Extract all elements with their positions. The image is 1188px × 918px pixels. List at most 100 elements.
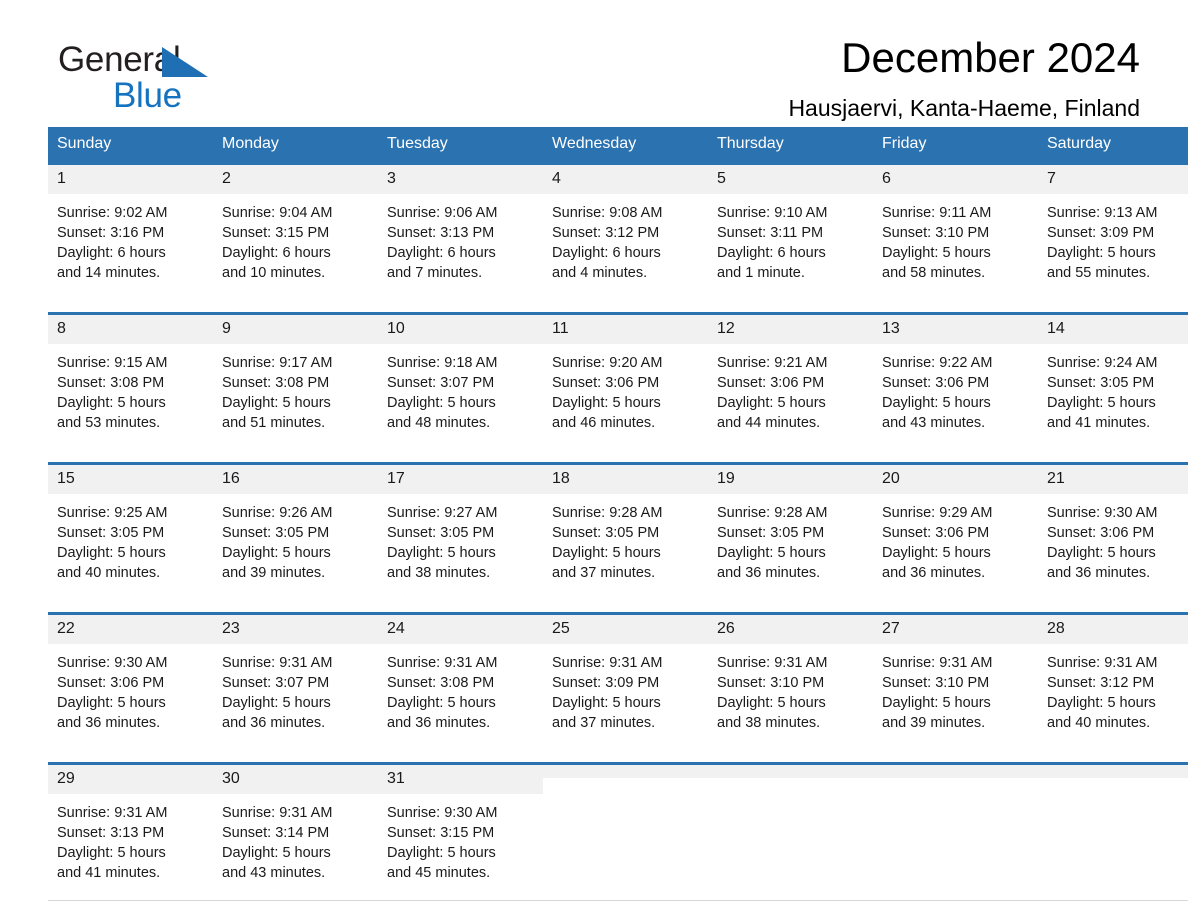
day-cell-content (543, 765, 708, 900)
day-number: 3 (378, 165, 543, 194)
calendar-day-cell[interactable]: 16 Sunrise: 9:26 AM Sunset: 3:05 PM Dayli… (213, 462, 378, 600)
day-sun-info: Sunrise: 9:25 AM Sunset: 3:05 PM Dayligh… (57, 505, 168, 581)
calendar-day-cell[interactable]: 8 Sunrise: 9:15 AM Sunset: 3:08 PM Daylig… (48, 312, 213, 450)
day-sun-info: Sunrise: 9:11 AM Sunset: 3:10 PM Dayligh… (882, 205, 992, 281)
calendar-day-cell[interactable]: 24 Sunrise: 9:31 AM Sunset: 3:08 PM Dayli… (378, 612, 543, 750)
week-spacer (48, 450, 1188, 464)
day-number: 23 (213, 615, 378, 644)
day-number: 16 (213, 465, 378, 494)
day-number: 25 (543, 615, 708, 644)
calendar-day-cell[interactable]: 27 Sunrise: 9:31 AM Sunset: 3:10 PM Dayli… (873, 612, 1038, 750)
day-cell-content: 12 Sunrise: 9:21 AM Sunset: 3:06 PM Dayli… (708, 315, 873, 450)
calendar-week-row: 29 Sunrise: 9:31 AM Sunset: 3:13 PM Dayli… (48, 762, 1188, 901)
calendar-day-cell[interactable]: 5 Sunrise: 9:10 AM Sunset: 3:11 PM Daylig… (708, 162, 873, 300)
day-cell-content (708, 765, 873, 900)
day-sun-info: Sunrise: 9:18 AM Sunset: 3:07 PM Dayligh… (387, 355, 498, 431)
calendar-day-cell[interactable]: 2 Sunrise: 9:04 AM Sunset: 3:15 PM Daylig… (213, 162, 378, 300)
day-number (1038, 765, 1188, 778)
weekday-header-friday: Friday (873, 127, 1038, 164)
calendar-day-cell[interactable]: 30 Sunrise: 9:31 AM Sunset: 3:14 PM Dayli… (213, 762, 378, 901)
day-cell-content: 30 Sunrise: 9:31 AM Sunset: 3:14 PM Dayli… (213, 765, 378, 900)
day-number: 28 (1038, 615, 1188, 644)
week-spacer (48, 600, 1188, 614)
day-cell-content: 3 Sunrise: 9:06 AM Sunset: 3:13 PM Daylig… (378, 165, 543, 300)
day-cell-content: 6 Sunrise: 9:11 AM Sunset: 3:10 PM Daylig… (873, 165, 1038, 300)
day-sun-info: Sunrise: 9:31 AM Sunset: 3:13 PM Dayligh… (57, 805, 168, 881)
week-spacer-cell (48, 450, 1188, 464)
calendar-day-cell[interactable]: 23 Sunrise: 9:31 AM Sunset: 3:07 PM Dayli… (213, 612, 378, 750)
calendar-day-cell[interactable]: 19 Sunrise: 9:28 AM Sunset: 3:05 PM Dayli… (708, 462, 873, 600)
day-number: 9 (213, 315, 378, 344)
calendar-day-cell[interactable]: 7 Sunrise: 9:13 AM Sunset: 3:09 PM Daylig… (1038, 162, 1188, 300)
calendar-day-cell[interactable]: 12 Sunrise: 9:21 AM Sunset: 3:06 PM Dayli… (708, 312, 873, 450)
day-number: 30 (213, 765, 378, 794)
day-cell-content: 17 Sunrise: 9:27 AM Sunset: 3:05 PM Dayli… (378, 465, 543, 600)
day-sun-info: Sunrise: 9:31 AM Sunset: 3:07 PM Dayligh… (222, 655, 333, 731)
weekday-header-sunday: Sunday (48, 127, 213, 164)
day-cell-content: 13 Sunrise: 9:22 AM Sunset: 3:06 PM Dayli… (873, 315, 1038, 450)
calendar-day-cell[interactable]: 13 Sunrise: 9:22 AM Sunset: 3:06 PM Dayli… (873, 312, 1038, 450)
day-cell-content: 20 Sunrise: 9:29 AM Sunset: 3:06 PM Dayli… (873, 465, 1038, 600)
day-sun-info: Sunrise: 9:28 AM Sunset: 3:05 PM Dayligh… (717, 505, 828, 581)
day-sun-info: Sunrise: 9:24 AM Sunset: 3:05 PM Dayligh… (1047, 355, 1158, 431)
day-cell-content: 10 Sunrise: 9:18 AM Sunset: 3:07 PM Dayli… (378, 315, 543, 450)
day-cell-content: 2 Sunrise: 9:04 AM Sunset: 3:15 PM Daylig… (213, 165, 378, 300)
day-sun-info: Sunrise: 9:30 AM Sunset: 3:06 PM Dayligh… (1047, 505, 1158, 581)
week-spacer (48, 750, 1188, 764)
day-sun-info: Sunrise: 9:27 AM Sunset: 3:05 PM Dayligh… (387, 505, 498, 581)
calendar-day-cell[interactable]: 17 Sunrise: 9:27 AM Sunset: 3:05 PM Dayli… (378, 462, 543, 600)
day-number: 22 (48, 615, 213, 644)
calendar-day-cell[interactable]: 18 Sunrise: 9:28 AM Sunset: 3:05 PM Dayli… (543, 462, 708, 600)
day-cell-content: 4 Sunrise: 9:08 AM Sunset: 3:12 PM Daylig… (543, 165, 708, 300)
day-sun-info: Sunrise: 9:30 AM Sunset: 3:06 PM Dayligh… (57, 655, 168, 731)
calendar-week-row: 1 Sunrise: 9:02 AM Sunset: 3:16 PM Daylig… (48, 162, 1188, 300)
calendar-day-cell[interactable]: 28 Sunrise: 9:31 AM Sunset: 3:12 PM Dayli… (1038, 612, 1188, 750)
day-number: 1 (48, 165, 213, 194)
calendar-day-cell[interactable]: 11 Sunrise: 9:20 AM Sunset: 3:06 PM Dayli… (543, 312, 708, 450)
calendar-day-cell[interactable]: 14 Sunrise: 9:24 AM Sunset: 3:05 PM Dayli… (1038, 312, 1188, 450)
day-sun-info: Sunrise: 9:20 AM Sunset: 3:06 PM Dayligh… (552, 355, 663, 431)
calendar-day-cell[interactable]: 9 Sunrise: 9:17 AM Sunset: 3:08 PM Daylig… (213, 312, 378, 450)
day-cell-content: 11 Sunrise: 9:20 AM Sunset: 3:06 PM Dayli… (543, 315, 708, 450)
day-cell-content: 8 Sunrise: 9:15 AM Sunset: 3:08 PM Daylig… (48, 315, 213, 450)
calendar-day-cell[interactable]: 1 Sunrise: 9:02 AM Sunset: 3:16 PM Daylig… (48, 162, 213, 300)
day-sun-info: Sunrise: 9:17 AM Sunset: 3:08 PM Dayligh… (222, 355, 333, 431)
day-sun-info: Sunrise: 9:30 AM Sunset: 3:15 PM Dayligh… (387, 805, 498, 881)
day-number: 14 (1038, 315, 1188, 344)
calendar-day-cell[interactable]: 6 Sunrise: 9:11 AM Sunset: 3:10 PM Daylig… (873, 162, 1038, 300)
day-number: 13 (873, 315, 1038, 344)
calendar-day-cell[interactable]: 3 Sunrise: 9:06 AM Sunset: 3:13 PM Daylig… (378, 162, 543, 300)
calendar-day-cell-empty (1038, 762, 1188, 901)
calendar-day-cell-empty (543, 762, 708, 901)
day-number: 21 (1038, 465, 1188, 494)
calendar-day-cell[interactable]: 21 Sunrise: 9:30 AM Sunset: 3:06 PM Dayli… (1038, 462, 1188, 600)
day-number: 5 (708, 165, 873, 194)
day-sun-info: Sunrise: 9:06 AM Sunset: 3:13 PM Dayligh… (387, 205, 498, 281)
day-number: 26 (708, 615, 873, 644)
calendar-day-cell[interactable]: 29 Sunrise: 9:31 AM Sunset: 3:13 PM Dayli… (48, 762, 213, 901)
week-spacer-cell (48, 750, 1188, 764)
calendar-header-row: Sunday Monday Tuesday Wednesday Thursday Frid… (48, 127, 1188, 164)
day-cell-content: 28 Sunrise: 9:31 AM Sunset: 3:12 PM Dayli… (1038, 615, 1188, 750)
day-sun-info: Sunrise: 9:28 AM Sunset: 3:05 PM Dayligh… (552, 505, 663, 581)
day-cell-content: 19 Sunrise: 9:28 AM Sunset: 3:05 PM Dayli… (708, 465, 873, 600)
calendar-week-row: 15 Sunrise: 9:25 AM Sunset: 3:05 PM Dayli… (48, 462, 1188, 600)
day-number: 2 (213, 165, 378, 194)
calendar-day-cell[interactable]: 26 Sunrise: 9:31 AM Sunset: 3:10 PM Dayli… (708, 612, 873, 750)
day-sun-info: Sunrise: 9:29 AM Sunset: 3:06 PM Dayligh… (882, 505, 993, 581)
day-cell-content: 18 Sunrise: 9:28 AM Sunset: 3:05 PM Dayli… (543, 465, 708, 600)
day-number: 8 (48, 315, 213, 344)
day-number: 20 (873, 465, 1038, 494)
calendar-day-cell[interactable]: 25 Sunrise: 9:31 AM Sunset: 3:09 PM Dayli… (543, 612, 708, 750)
calendar-day-cell[interactable]: 22 Sunrise: 9:30 AM Sunset: 3:06 PM Dayli… (48, 612, 213, 750)
day-number: 6 (873, 165, 1038, 194)
calendar-day-cell[interactable]: 15 Sunrise: 9:25 AM Sunset: 3:05 PM Dayli… (48, 462, 213, 600)
day-sun-info: Sunrise: 9:26 AM Sunset: 3:05 PM Dayligh… (222, 505, 333, 581)
calendar-day-cell[interactable]: 31 Sunrise: 9:30 AM Sunset: 3:15 PM Dayli… (378, 762, 543, 901)
calendar-day-cell[interactable]: 20 Sunrise: 9:29 AM Sunset: 3:06 PM Dayli… (873, 462, 1038, 600)
generalblue-logo[interactable]: General Blue (58, 42, 318, 114)
calendar-day-cell[interactable]: 10 Sunrise: 9:18 AM Sunset: 3:07 PM Dayli… (378, 312, 543, 450)
calendar-day-cell[interactable]: 4 Sunrise: 9:08 AM Sunset: 3:12 PM Daylig… (543, 162, 708, 300)
day-number: 7 (1038, 165, 1188, 194)
day-number: 10 (378, 315, 543, 344)
